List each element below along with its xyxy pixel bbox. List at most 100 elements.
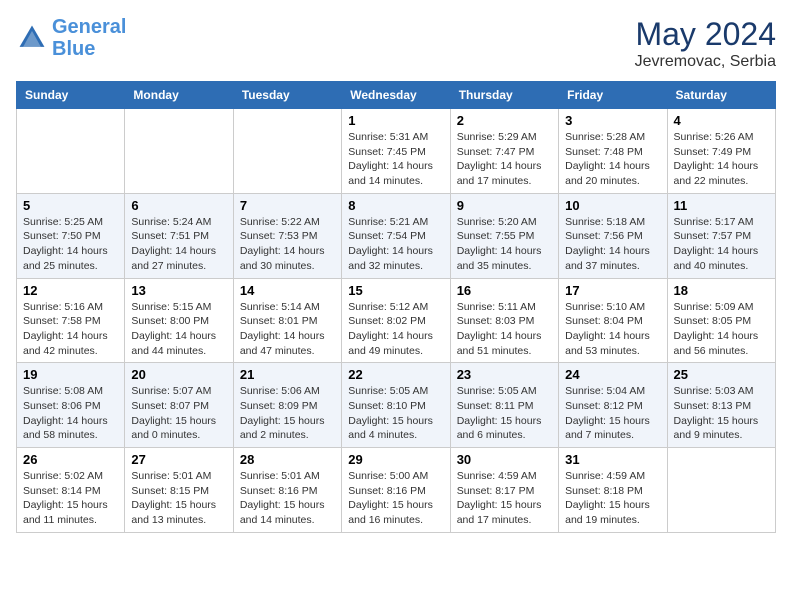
day-info: Sunrise: 5:21 AMSunset: 7:54 PMDaylight:… bbox=[348, 215, 443, 274]
calendar-cell: 20 Sunrise: 5:07 AMSunset: 8:07 PMDayligh… bbox=[125, 363, 233, 448]
calendar-header-thursday: Thursday bbox=[450, 82, 558, 109]
calendar-cell: 18Sunrise: 5:09 AMSunset: 8:05 PMDayligh… bbox=[667, 278, 775, 363]
calendar-header-saturday: Saturday bbox=[667, 82, 775, 109]
day-number: 31 bbox=[565, 452, 660, 467]
day-info: Sunrise: 5:08 AMSunset: 8:06 PMDaylight:… bbox=[23, 384, 118, 443]
day-info: Sunrise: 5:05 AMSunset: 8:11 PMDaylight:… bbox=[457, 384, 552, 443]
calendar-table: SundayMondayTuesdayWednesdayThursdayFrid… bbox=[16, 81, 776, 533]
calendar-cell: 29 Sunrise: 5:00 AMSunset: 8:16 PMDayligh… bbox=[342, 448, 450, 533]
logo-text: General Blue bbox=[52, 16, 126, 60]
calendar-cell: 3 Sunrise: 5:28 AMSunset: 7:48 PMDaylight… bbox=[559, 109, 667, 194]
day-number: 16 bbox=[457, 283, 552, 298]
calendar-cell: 11Sunrise: 5:17 AMSunset: 7:57 PMDayligh… bbox=[667, 193, 775, 278]
day-number: 19 bbox=[23, 367, 118, 382]
page-header: General Blue May 2024 Jevremovac, Serbia bbox=[16, 16, 776, 71]
day-info: Sunrise: 5:02 AMSunset: 8:14 PMDaylight:… bbox=[23, 469, 118, 528]
calendar-cell: 2 Sunrise: 5:29 AMSunset: 7:47 PMDaylight… bbox=[450, 109, 558, 194]
day-info: Sunrise: 5:15 AMSunset: 8:00 PMDaylight:… bbox=[131, 300, 226, 359]
day-number: 14 bbox=[240, 283, 335, 298]
logo-line2: Blue bbox=[52, 38, 95, 60]
day-info: Sunrise: 5:29 AMSunset: 7:47 PMDaylight:… bbox=[457, 130, 552, 189]
day-info: Sunrise: 5:01 AMSunset: 8:16 PMDaylight:… bbox=[240, 469, 335, 528]
calendar-cell: 4Sunrise: 5:26 AMSunset: 7:49 PMDaylight… bbox=[667, 109, 775, 194]
calendar-week-row: 12 Sunrise: 5:16 AMSunset: 7:58 PMDayligh… bbox=[17, 278, 776, 363]
calendar-header-friday: Friday bbox=[559, 82, 667, 109]
day-info: Sunrise: 5:28 AMSunset: 7:48 PMDaylight:… bbox=[565, 130, 660, 189]
calendar-cell bbox=[233, 109, 341, 194]
day-info: Sunrise: 5:12 AMSunset: 8:02 PMDaylight:… bbox=[348, 300, 443, 359]
month-year: May 2024 bbox=[635, 16, 776, 53]
day-number: 9 bbox=[457, 198, 552, 213]
calendar-cell: 31 Sunrise: 4:59 AMSunset: 8:18 PMDayligh… bbox=[559, 448, 667, 533]
day-number: 20 bbox=[131, 367, 226, 382]
calendar-cell: 26 Sunrise: 5:02 AMSunset: 8:14 PMDayligh… bbox=[17, 448, 125, 533]
day-number: 2 bbox=[457, 113, 552, 128]
day-info: Sunrise: 5:18 AMSunset: 7:56 PMDaylight:… bbox=[565, 215, 660, 274]
day-info: Sunrise: 4:59 AMSunset: 8:18 PMDaylight:… bbox=[565, 469, 660, 528]
day-number: 15 bbox=[348, 283, 443, 298]
day-number: 11 bbox=[674, 198, 769, 213]
day-number: 25 bbox=[674, 367, 769, 382]
day-info: Sunrise: 5:20 AMSunset: 7:55 PMDaylight:… bbox=[457, 215, 552, 274]
calendar-header-monday: Monday bbox=[125, 82, 233, 109]
day-number: 12 bbox=[23, 283, 118, 298]
calendar-cell: 17 Sunrise: 5:10 AMSunset: 8:04 PMDayligh… bbox=[559, 278, 667, 363]
day-info: Sunrise: 5:03 AMSunset: 8:13 PMDaylight:… bbox=[674, 384, 769, 443]
calendar-cell: 28 Sunrise: 5:01 AMSunset: 8:16 PMDayligh… bbox=[233, 448, 341, 533]
day-number: 27 bbox=[131, 452, 226, 467]
day-info: Sunrise: 5:07 AMSunset: 8:07 PMDaylight:… bbox=[131, 384, 226, 443]
day-info: Sunrise: 5:06 AMSunset: 8:09 PMDaylight:… bbox=[240, 384, 335, 443]
day-number: 28 bbox=[240, 452, 335, 467]
calendar-cell: 25 Sunrise: 5:03 AMSunset: 8:13 PMDayligh… bbox=[667, 363, 775, 448]
title-block: May 2024 Jevremovac, Serbia bbox=[635, 16, 776, 71]
day-info: Sunrise: 5:24 AMSunset: 7:51 PMDaylight:… bbox=[131, 215, 226, 274]
day-info: Sunrise: 5:01 AMSunset: 8:15 PMDaylight:… bbox=[131, 469, 226, 528]
day-info: Sunrise: 5:10 AMSunset: 8:04 PMDaylight:… bbox=[565, 300, 660, 359]
day-number: 6 bbox=[131, 198, 226, 213]
calendar-cell: 7 Sunrise: 5:22 AMSunset: 7:53 PMDaylight… bbox=[233, 193, 341, 278]
calendar-cell: 6 Sunrise: 5:24 AMSunset: 7:51 PMDaylight… bbox=[125, 193, 233, 278]
day-number: 21 bbox=[240, 367, 335, 382]
day-info: Sunrise: 5:16 AMSunset: 7:58 PMDaylight:… bbox=[23, 300, 118, 359]
calendar-cell: 23Sunrise: 5:05 AMSunset: 8:11 PMDayligh… bbox=[450, 363, 558, 448]
day-number: 13 bbox=[131, 283, 226, 298]
calendar-cell: 22 Sunrise: 5:05 AMSunset: 8:10 PMDayligh… bbox=[342, 363, 450, 448]
day-number: 7 bbox=[240, 198, 335, 213]
day-info: Sunrise: 5:11 AMSunset: 8:03 PMDaylight:… bbox=[457, 300, 552, 359]
day-info: Sunrise: 5:14 AMSunset: 8:01 PMDaylight:… bbox=[240, 300, 335, 359]
calendar-cell bbox=[667, 448, 775, 533]
calendar-cell: 5Sunrise: 5:25 AMSunset: 7:50 PMDaylight… bbox=[17, 193, 125, 278]
logo: General Blue bbox=[16, 16, 126, 60]
day-number: 8 bbox=[348, 198, 443, 213]
calendar-cell: 24Sunrise: 5:04 AMSunset: 8:12 PMDayligh… bbox=[559, 363, 667, 448]
calendar-week-row: 1 Sunrise: 5:31 AMSunset: 7:45 PMDaylight… bbox=[17, 109, 776, 194]
day-number: 30 bbox=[457, 452, 552, 467]
calendar-cell: 13 Sunrise: 5:15 AMSunset: 8:00 PMDayligh… bbox=[125, 278, 233, 363]
day-number: 22 bbox=[348, 367, 443, 382]
day-info: Sunrise: 5:22 AMSunset: 7:53 PMDaylight:… bbox=[240, 215, 335, 274]
day-info: Sunrise: 5:04 AMSunset: 8:12 PMDaylight:… bbox=[565, 384, 660, 443]
calendar-header-sunday: Sunday bbox=[17, 82, 125, 109]
calendar-week-row: 19 Sunrise: 5:08 AMSunset: 8:06 PMDayligh… bbox=[17, 363, 776, 448]
day-number: 5 bbox=[23, 198, 118, 213]
calendar-cell: 1 Sunrise: 5:31 AMSunset: 7:45 PMDaylight… bbox=[342, 109, 450, 194]
day-info: Sunrise: 4:59 AMSunset: 8:17 PMDaylight:… bbox=[457, 469, 552, 528]
calendar-cell: 8 Sunrise: 5:21 AMSunset: 7:54 PMDaylight… bbox=[342, 193, 450, 278]
calendar-cell: 9 Sunrise: 5:20 AMSunset: 7:55 PMDaylight… bbox=[450, 193, 558, 278]
day-number: 26 bbox=[23, 452, 118, 467]
day-number: 17 bbox=[565, 283, 660, 298]
calendar-cell: 21 Sunrise: 5:06 AMSunset: 8:09 PMDayligh… bbox=[233, 363, 341, 448]
calendar-cell: 27 Sunrise: 5:01 AMSunset: 8:15 PMDayligh… bbox=[125, 448, 233, 533]
calendar-cell: 15 Sunrise: 5:12 AMSunset: 8:02 PMDayligh… bbox=[342, 278, 450, 363]
day-info: Sunrise: 5:00 AMSunset: 8:16 PMDaylight:… bbox=[348, 469, 443, 528]
day-info: Sunrise: 5:31 AMSunset: 7:45 PMDaylight:… bbox=[348, 130, 443, 189]
day-number: 29 bbox=[348, 452, 443, 467]
calendar-cell: 19 Sunrise: 5:08 AMSunset: 8:06 PMDayligh… bbox=[17, 363, 125, 448]
calendar-cell: 14 Sunrise: 5:14 AMSunset: 8:01 PMDayligh… bbox=[233, 278, 341, 363]
calendar-week-row: 5Sunrise: 5:25 AMSunset: 7:50 PMDaylight… bbox=[17, 193, 776, 278]
day-info: Sunrise: 5:05 AMSunset: 8:10 PMDaylight:… bbox=[348, 384, 443, 443]
day-number: 3 bbox=[565, 113, 660, 128]
calendar-week-row: 26 Sunrise: 5:02 AMSunset: 8:14 PMDayligh… bbox=[17, 448, 776, 533]
day-number: 1 bbox=[348, 113, 443, 128]
calendar-cell: 10Sunrise: 5:18 AMSunset: 7:56 PMDayligh… bbox=[559, 193, 667, 278]
